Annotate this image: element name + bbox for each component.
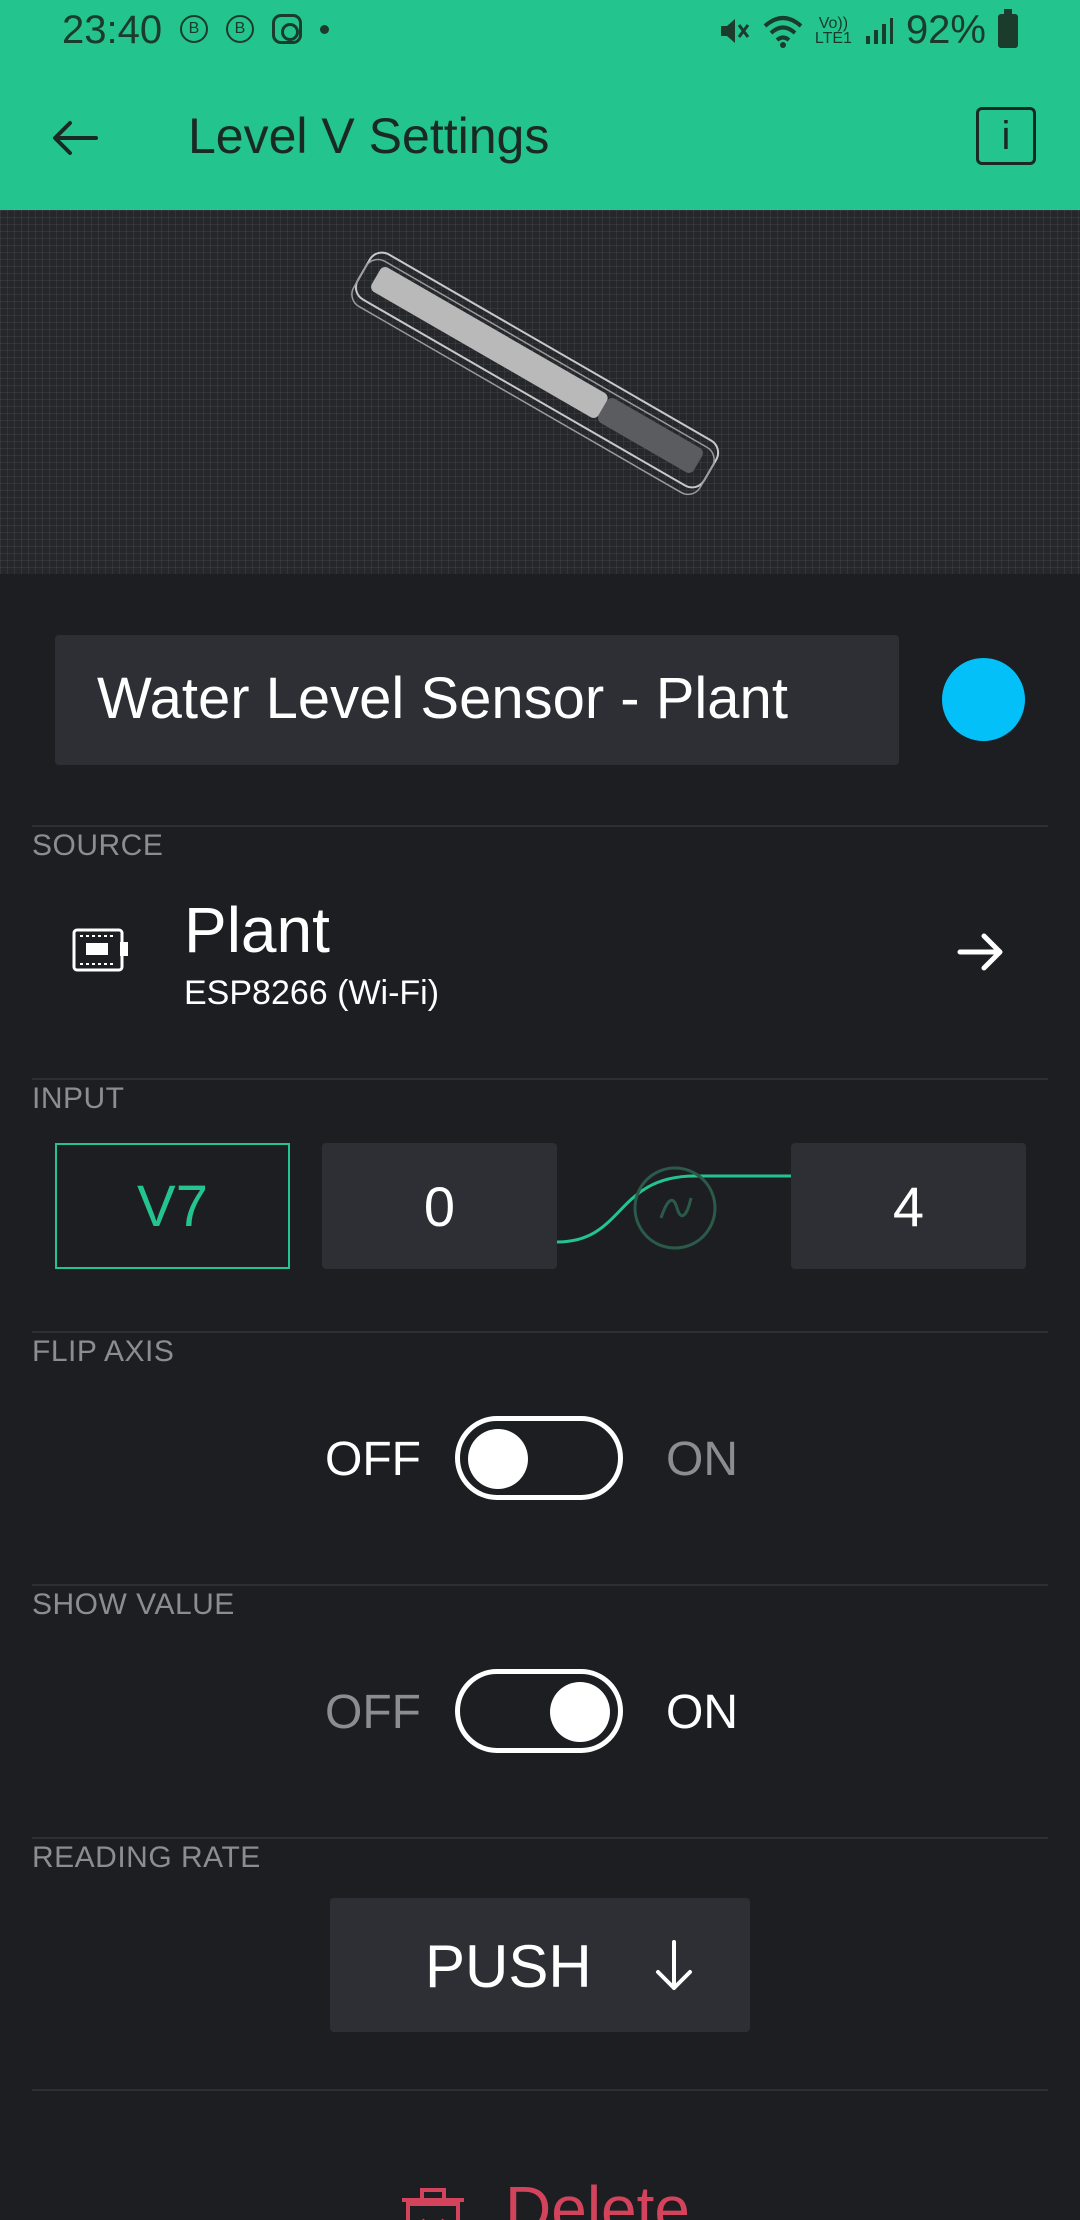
delete-button[interactable]: Delete <box>0 2170 1080 2220</box>
color-picker-button[interactable] <box>942 658 1025 741</box>
divider <box>32 2089 1048 2091</box>
wifi-icon <box>763 15 803 48</box>
show-value-on-label: ON <box>666 1686 738 1739</box>
volte-badge: Vo)) LTE1 <box>814 14 852 47</box>
notification-icons: B B <box>180 14 329 44</box>
flip-axis-label: FLIP AXIS <box>32 1335 175 1368</box>
bitcoin-icon: B <box>226 15 254 43</box>
trash-icon <box>402 2188 464 2220</box>
divider <box>32 1078 1048 1080</box>
delete-label: Delete <box>505 2173 690 2220</box>
widget-name-input[interactable]: Water Level Sensor - Plant <box>55 635 899 765</box>
divider <box>32 825 1048 827</box>
device-type: ESP8266 (Wi-Fi) <box>184 974 440 1012</box>
dot-icon <box>320 24 329 34</box>
show-value-label: SHOW VALUE <box>32 1588 235 1621</box>
arrow-right-icon[interactable] <box>950 922 1010 982</box>
info-icon: i <box>1001 113 1011 158</box>
arrow-left-icon <box>53 121 98 155</box>
flip-axis-row: OFF ON <box>0 1416 1080 1506</box>
battery-icon <box>998 8 1018 48</box>
pin-selector[interactable]: V7 <box>55 1143 290 1269</box>
instagram-icon <box>272 14 302 44</box>
divider <box>32 1837 1048 1839</box>
widget-name-value: Water Level Sensor - Plant <box>97 666 788 731</box>
divider <box>32 1584 1048 1586</box>
status-bar: 23:40 B B Vo)) LTE1 92% <box>0 0 1080 63</box>
widget-preview <box>0 210 1080 574</box>
divider <box>32 1331 1048 1333</box>
source-label: SOURCE <box>32 829 164 862</box>
show-value-toggle[interactable] <box>455 1669 623 1753</box>
back-button[interactable] <box>40 103 110 173</box>
flip-axis-toggle[interactable] <box>455 1416 623 1500</box>
status-time: 23:40 <box>62 8 163 52</box>
bitcoin-icon: B <box>180 15 208 43</box>
app-bar: Level V Settings i <box>0 63 1080 210</box>
system-icons: Vo)) LTE1 92% <box>717 8 1018 53</box>
show-value-row: OFF ON <box>0 1669 1080 1759</box>
battery-percent: 92% <box>905 8 986 52</box>
show-value-off-label: OFF <box>325 1686 421 1739</box>
signal-icon <box>865 17 893 44</box>
toggle-knob <box>550 1682 610 1742</box>
input-label: INPUT <box>32 1082 125 1115</box>
flip-axis-off-label: OFF <box>325 1433 421 1486</box>
level-widget-illustration <box>351 251 720 496</box>
mapping-curve-icon <box>556 1166 793 1250</box>
max-value-input[interactable]: 4 <box>791 1143 1026 1269</box>
mute-icon <box>720 18 750 43</box>
reading-rate-dropdown[interactable]: PUSH <box>330 1898 750 2032</box>
reading-rate-value: PUSH <box>425 1933 592 2000</box>
arrow-down-icon <box>656 1940 692 1990</box>
device-board-icon <box>72 928 128 972</box>
page-title: Level V Settings <box>188 108 550 164</box>
flip-axis-on-label: ON <box>666 1433 738 1486</box>
toggle-knob <box>468 1429 528 1489</box>
device-name: Plant <box>184 894 330 966</box>
info-button[interactable]: i <box>976 107 1036 165</box>
reading-rate-label: READING RATE <box>32 1841 261 1874</box>
min-value-input[interactable]: 0 <box>322 1143 557 1269</box>
